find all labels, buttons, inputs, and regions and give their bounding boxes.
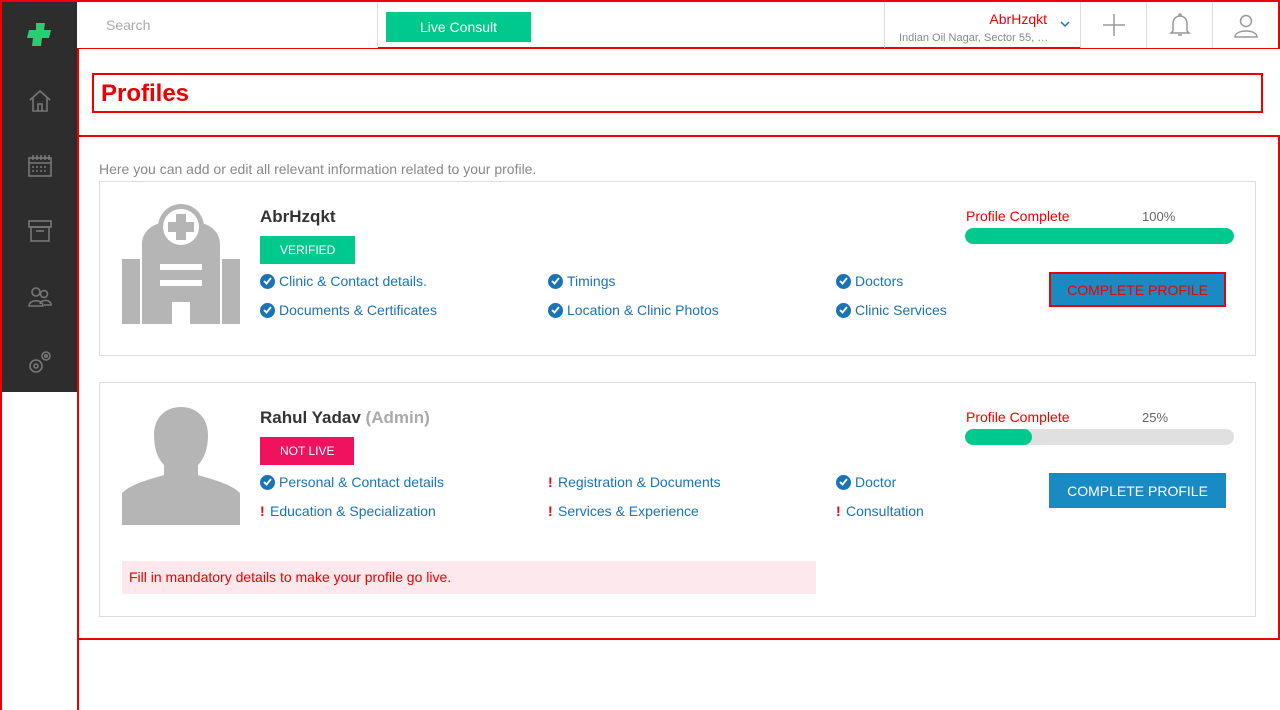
- profile-progress-bar: [965, 429, 1234, 445]
- section-link[interactable]: ! Registration & Documents: [548, 474, 721, 490]
- add-button[interactable]: [1080, 2, 1146, 48]
- exclamation-icon: !: [548, 503, 553, 519]
- logo-cross-icon[interactable]: [26, 20, 54, 48]
- section-link-label: Doctors: [855, 273, 904, 289]
- check-circle-icon: [260, 302, 275, 318]
- sidebar: [2, 2, 77, 392]
- app-root: Live Consult AbrHzqkt Indian Oil Nagar, …: [0, 0, 1280, 710]
- exclamation-icon: !: [548, 474, 553, 490]
- section-link-label: Location & Clinic Photos: [567, 302, 719, 318]
- section-link-label: Education & Specialization: [270, 503, 436, 519]
- section-link[interactable]: Location & Clinic Photos: [548, 302, 719, 318]
- frame-outline: [0, 0, 1280, 2]
- check-circle-icon: [548, 302, 563, 318]
- page-title: Profiles: [101, 80, 190, 107]
- section-link[interactable]: Timings: [548, 273, 616, 289]
- search-input[interactable]: [78, 2, 378, 48]
- chevron-down-icon: [1060, 21, 1070, 28]
- section-link[interactable]: ! Consultation: [836, 503, 924, 519]
- section-link-label: Registration & Documents: [558, 474, 721, 490]
- clinic-avatar-icon: [122, 204, 240, 324]
- users-icon[interactable]: [26, 283, 54, 311]
- section-link-label: Personal & Contact details: [279, 474, 444, 490]
- section-link-label: Timings: [567, 273, 616, 289]
- check-circle-icon: [260, 273, 275, 289]
- exclamation-icon: !: [836, 503, 841, 519]
- archive-icon[interactable]: [26, 217, 54, 245]
- profile-complete-label: Profile Complete: [966, 208, 1070, 224]
- section-link-label: Clinic Services: [855, 302, 947, 318]
- profile-complete-percent: 25%: [1142, 410, 1169, 425]
- check-circle-icon: [548, 273, 563, 289]
- location-address: Indian Oil Nagar, Sector 55, N...: [899, 32, 1051, 44]
- settings-gears-icon[interactable]: [26, 348, 54, 376]
- home-icon[interactable]: [26, 87, 54, 115]
- check-circle-icon: [836, 302, 851, 318]
- status-badge: VERIFIED: [260, 236, 356, 264]
- section-link-label: Documents & Certificates: [279, 302, 437, 318]
- section-link[interactable]: Documents & Certificates: [260, 302, 437, 318]
- progress-fill: [965, 228, 1234, 244]
- check-circle-icon: [836, 273, 851, 289]
- user-icon: [1233, 14, 1258, 38]
- section-link[interactable]: Personal & Contact details: [260, 474, 444, 490]
- exclamation-icon: !: [260, 503, 265, 519]
- page-intro-text: Here you can add or edit all relevant in…: [99, 161, 537, 177]
- location-selector[interactable]: AbrHzqkt Indian Oil Nagar, Sector 55, N.…: [884, 2, 1080, 48]
- status-badge: NOT LIVE: [260, 437, 355, 465]
- check-circle-icon: [836, 474, 851, 490]
- check-circle-icon: [260, 474, 275, 490]
- profile-complete-label: Profile Complete: [966, 409, 1070, 425]
- section-link[interactable]: ! Education & Specialization: [260, 503, 436, 519]
- profile-progress-bar: [965, 228, 1234, 244]
- location-name: AbrHzqkt: [989, 11, 1047, 27]
- section-link-label: Services & Experience: [558, 503, 699, 519]
- progress-fill: [965, 429, 1033, 445]
- page-title-box: Profiles: [92, 73, 1263, 113]
- section-link[interactable]: ! Services & Experience: [548, 503, 699, 519]
- notifications-button[interactable]: [1146, 2, 1212, 48]
- bell-icon: [1168, 13, 1191, 36]
- section-link[interactable]: Clinic & Contact details.: [260, 273, 427, 289]
- profile-role: (Admin): [365, 408, 430, 427]
- section-link[interactable]: Doctors: [836, 273, 903, 289]
- complete-profile-button[interactable]: COMPLETE PROFILE: [1049, 272, 1226, 307]
- profile-name: AbrHzqkt: [260, 207, 336, 226]
- top-bar: Live Consult AbrHzqkt Indian Oil Nagar, …: [78, 2, 1280, 49]
- section-link-label: Consultation: [846, 503, 924, 519]
- complete-profile-button[interactable]: COMPLETE PROFILE: [1049, 473, 1226, 508]
- clinic-profile-card: AbrHzqkt VERIFIED Clinic & Contact detai…: [99, 181, 1256, 356]
- mandatory-details-warning: Fill in mandatory details to make your p…: [122, 561, 816, 594]
- section-link[interactable]: Clinic Services: [836, 302, 947, 318]
- profile-name: Rahul Yadav (Admin): [260, 408, 430, 427]
- plus-icon: [1102, 14, 1125, 36]
- frame-outline: [0, 0, 2, 710]
- section-link-label: Doctor: [855, 474, 897, 490]
- user-menu-button[interactable]: [1212, 2, 1278, 48]
- live-consult-button[interactable]: Live Consult: [386, 12, 531, 42]
- section-link[interactable]: Doctor: [836, 474, 896, 490]
- section-link-label: Clinic & Contact details.: [279, 273, 427, 289]
- admin-profile-card: Rahul Yadav (Admin) NOT LIVE Personal & …: [99, 382, 1256, 617]
- profile-complete-percent: 100%: [1142, 209, 1176, 224]
- person-avatar-icon: [122, 405, 240, 525]
- calendar-icon[interactable]: [26, 152, 54, 180]
